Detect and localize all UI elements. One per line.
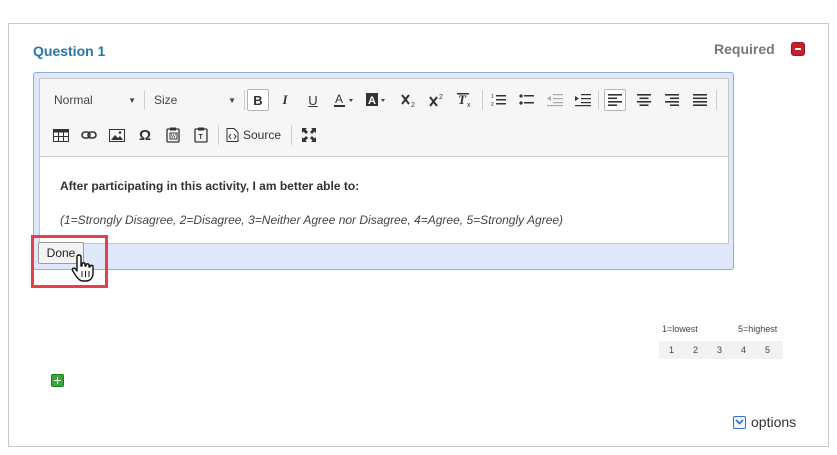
svg-text:2: 2 bbox=[411, 102, 415, 108]
format-dropdown-value: Normal bbox=[54, 93, 93, 107]
question-title: Question 1 bbox=[33, 43, 106, 59]
question-card: Question 1 Required Normal ▼ Size ▼ B I … bbox=[8, 23, 829, 447]
source-label: Source bbox=[243, 128, 282, 142]
svg-text:1: 1 bbox=[491, 94, 494, 100]
special-char-icon[interactable]: Ω bbox=[134, 124, 156, 146]
scale-low-label: 1=lowest bbox=[662, 324, 698, 334]
align-left-icon[interactable] bbox=[604, 89, 626, 111]
toolbar-separator bbox=[482, 90, 483, 110]
bold-icon[interactable]: B bbox=[247, 89, 269, 111]
toolbar-separator bbox=[598, 90, 599, 110]
decrease-indent-icon[interactable] bbox=[544, 89, 566, 111]
hand-cursor-icon bbox=[71, 253, 97, 288]
source-button[interactable]: Source bbox=[226, 124, 281, 146]
maximize-icon[interactable] bbox=[298, 124, 320, 146]
svg-text:A: A bbox=[335, 92, 343, 106]
rich-text-editor-frame: Normal ▼ Size ▼ B I U A A 2 2 T x 1 2 Ω … bbox=[33, 72, 734, 270]
paste-word-icon[interactable]: W bbox=[162, 124, 184, 146]
svg-text:2: 2 bbox=[491, 102, 494, 107]
toolbar-separator bbox=[716, 90, 717, 110]
remove-format-icon[interactable]: Tx bbox=[454, 89, 476, 111]
size-dropdown-value: Size bbox=[154, 93, 178, 107]
scale-description: (1=Strongly Disagree, 2=Disagree, 3=Neit… bbox=[60, 213, 564, 227]
background-color-icon[interactable]: A bbox=[362, 89, 390, 111]
scale-value: 1 bbox=[669, 345, 675, 355]
scale-values-row: 1 2 3 4 5 bbox=[659, 341, 783, 359]
question-heading: After participating in this activity, I … bbox=[60, 179, 360, 193]
align-center-icon[interactable] bbox=[633, 89, 655, 111]
rating-scale: 1=lowest 5=highest 1 2 3 4 5 bbox=[659, 321, 783, 361]
text-color-icon[interactable]: A bbox=[330, 89, 358, 111]
chevron-down-icon: ▼ bbox=[128, 95, 136, 105]
add-icon[interactable] bbox=[51, 374, 64, 387]
subscript-icon[interactable]: 2 bbox=[398, 89, 420, 111]
svg-text:2: 2 bbox=[439, 94, 443, 101]
scale-value: 2 bbox=[693, 345, 699, 355]
rich-text-editor: Normal ▼ Size ▼ B I U A A 2 2 T x 1 2 Ω … bbox=[39, 78, 729, 244]
toolbar-separator bbox=[144, 90, 145, 110]
table-icon[interactable] bbox=[50, 124, 72, 146]
format-dropdown[interactable]: Normal ▼ bbox=[50, 89, 140, 111]
options-label: options bbox=[751, 414, 797, 430]
required-label: Required bbox=[714, 41, 775, 57]
options-toggle[interactable]: options bbox=[733, 414, 796, 430]
svg-text:W: W bbox=[171, 134, 176, 140]
toolbar-separator bbox=[244, 90, 245, 110]
superscript-icon[interactable]: 2 bbox=[426, 89, 448, 111]
increase-indent-icon[interactable] bbox=[572, 89, 594, 111]
chevron-down-icon: ▼ bbox=[228, 95, 236, 105]
editor-toolbar: Normal ▼ Size ▼ B I U A A 2 2 T x 1 2 Ω … bbox=[40, 79, 728, 157]
svg-text:x: x bbox=[467, 102, 471, 108]
scale-value: 4 bbox=[741, 345, 747, 355]
scale-high-label: 5=highest bbox=[738, 324, 778, 334]
svg-text:A: A bbox=[368, 95, 376, 107]
justify-icon[interactable] bbox=[689, 89, 711, 111]
image-icon[interactable] bbox=[106, 124, 128, 146]
toolbar-separator bbox=[218, 125, 219, 145]
remove-question-icon[interactable] bbox=[791, 42, 805, 56]
toolbar-separator bbox=[291, 125, 292, 145]
numbered-list-icon[interactable]: 12 bbox=[488, 89, 510, 111]
size-dropdown[interactable]: Size ▼ bbox=[150, 89, 240, 111]
bulleted-list-icon[interactable] bbox=[516, 89, 538, 111]
paste-text-icon[interactable]: T bbox=[190, 124, 212, 146]
link-icon[interactable] bbox=[78, 124, 100, 146]
italic-icon[interactable]: I bbox=[274, 89, 296, 111]
underline-icon[interactable]: U bbox=[302, 89, 324, 111]
chevron-down-icon bbox=[733, 415, 746, 429]
align-right-icon[interactable] bbox=[661, 89, 683, 111]
source-icon bbox=[226, 128, 239, 142]
scale-value: 3 bbox=[717, 345, 723, 355]
svg-text:T: T bbox=[199, 134, 204, 141]
scale-value: 5 bbox=[765, 345, 771, 355]
